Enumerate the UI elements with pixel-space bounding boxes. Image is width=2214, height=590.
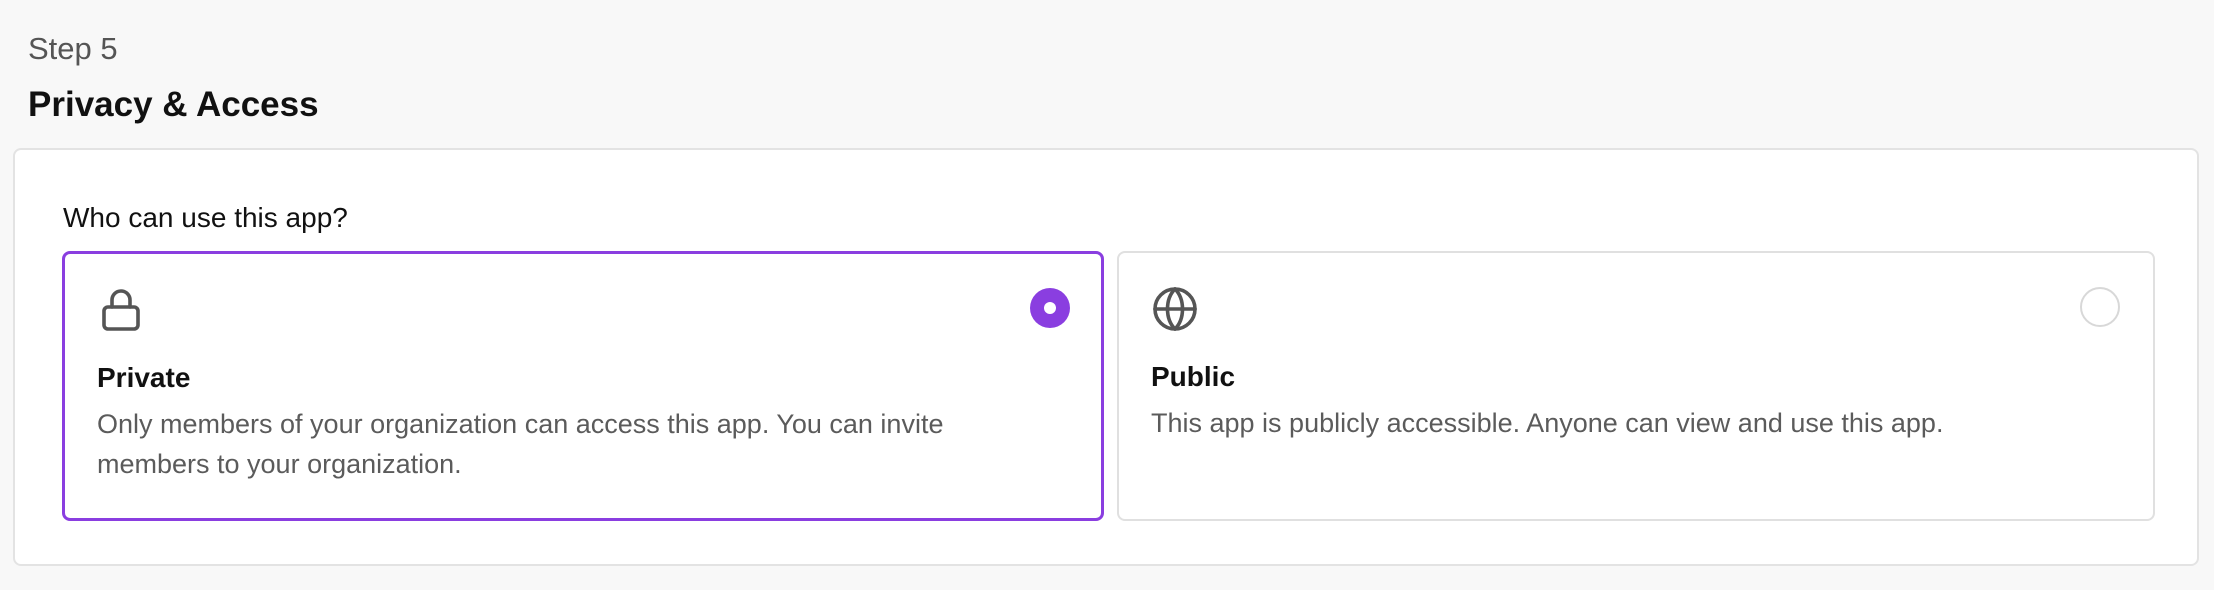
- globe-icon: [1151, 285, 1199, 333]
- option-public[interactable]: Public This app is publicly accessible. …: [1117, 251, 2155, 521]
- option-private-title: Private: [97, 362, 191, 393]
- option-private-description: Only members of your organization can ac…: [97, 409, 944, 479]
- step-label: Step 5: [28, 31, 118, 66]
- lock-icon: [97, 286, 145, 334]
- private-radio[interactable]: [1030, 288, 1070, 328]
- privacy-card: Who can use this app? Private Only membe…: [13, 148, 2199, 566]
- option-public-title: Public: [1151, 361, 1236, 392]
- access-question: Who can use this app?: [63, 202, 348, 233]
- public-radio[interactable]: [2080, 287, 2120, 327]
- option-public-description: This app is publicly accessible. Anyone …: [1151, 408, 1944, 438]
- page-title: Privacy & Access: [28, 85, 319, 124]
- option-private[interactable]: Private Only members of your organizatio…: [62, 251, 1104, 521]
